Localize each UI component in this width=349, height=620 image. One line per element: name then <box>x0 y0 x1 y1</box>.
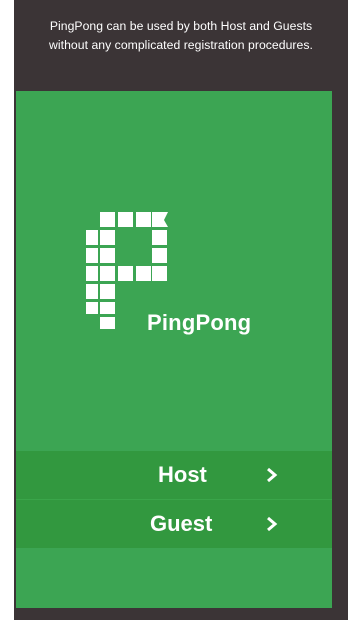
caption-line-2: without any complicated registration pro… <box>49 38 313 52</box>
chevron-right-icon <box>267 516 278 532</box>
guest-button-label: Guest <box>150 511 213 536</box>
caption-line-1: PingPong can be used by both Host and Gu… <box>49 19 313 33</box>
chevron-right-icon <box>267 467 278 483</box>
app-name-label: PingPong <box>147 310 252 335</box>
tutorial-caption: PingPong can be used by both Host and Gu… <box>14 17 348 55</box>
guest-button[interactable]: Guest <box>16 500 332 548</box>
host-button-label: Host <box>158 462 207 487</box>
host-button[interactable]: Host <box>16 451 332 500</box>
